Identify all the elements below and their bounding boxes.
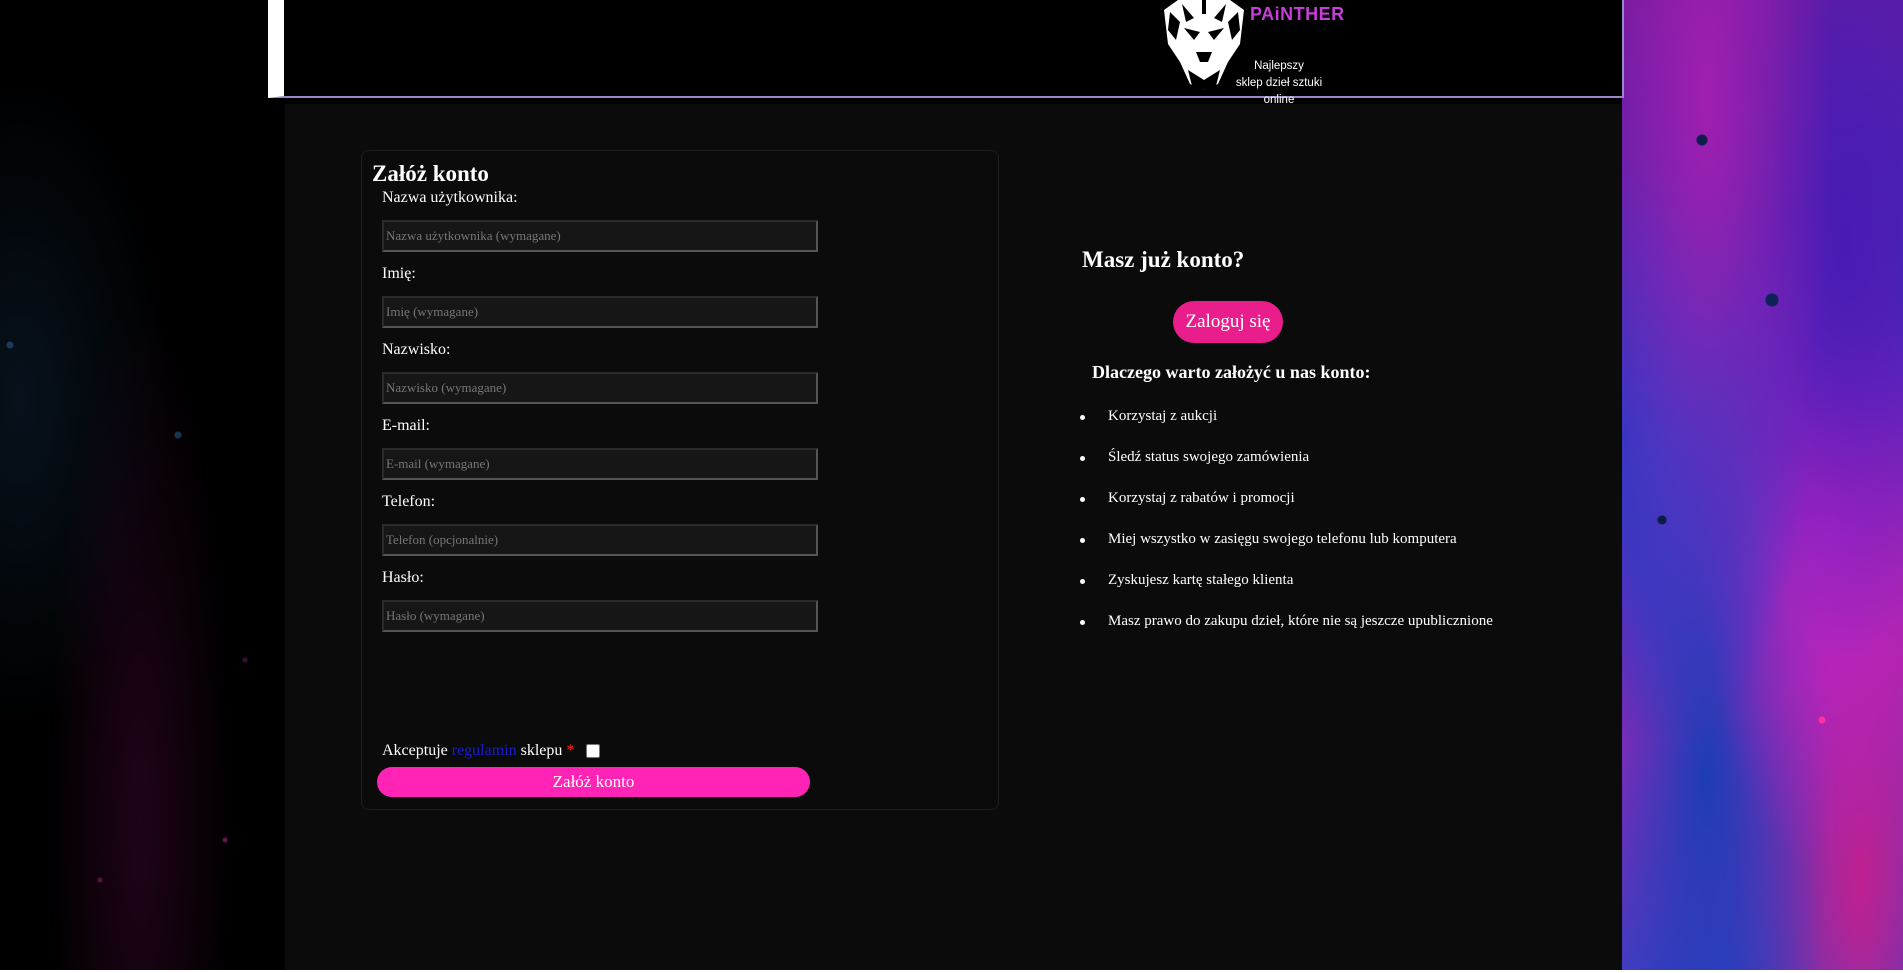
bullet-icon	[1080, 497, 1085, 502]
email-input[interactable]	[382, 448, 818, 480]
first-name-input[interactable]	[382, 296, 818, 328]
username-input[interactable]	[382, 220, 818, 252]
required-asterisk: *	[566, 742, 575, 759]
last-name-input[interactable]	[382, 372, 818, 404]
login-button[interactable]: Zaloguj się	[1173, 301, 1283, 343]
brand-name: PAiNTHER	[1250, 4, 1345, 24]
bullet-icon	[1080, 415, 1085, 420]
tagline: Najlepszy sklep dzieł sztuki online	[1224, 58, 1334, 109]
benefit-text: Korzystaj z rabatów i promocji	[1108, 490, 1295, 506]
last-name-label: Nazwisko:	[382, 341, 451, 358]
have-account-heading: Masz już konto?	[1082, 247, 1245, 272]
password-label: Hasło:	[382, 569, 424, 586]
background-right-paint-splash	[1622, 0, 1903, 973]
terms-link[interactable]: regulamin	[452, 742, 517, 759]
phone-input[interactable]	[382, 524, 818, 556]
bullet-icon	[1080, 620, 1085, 625]
username-label: Nazwa użytkownika:	[382, 189, 518, 206]
benefit-text: Śledź status swojego zamówienia	[1108, 449, 1310, 465]
terms-prefix: Akceptuje	[382, 742, 448, 759]
tagline-line1: Najlepszy	[1254, 60, 1304, 72]
bullet-icon	[1080, 456, 1085, 461]
benefit-text: Zyskujesz kartę stałego klienta	[1108, 572, 1294, 588]
benefit-text: Miej wszystko w zasięgu swojego telefonu…	[1108, 531, 1457, 547]
bullet-icon	[1080, 538, 1085, 543]
logo[interactable]: PAiNTHER Najlepszy sklep dzieł sztuki on…	[1158, 0, 1348, 106]
benefit-text: Masz prawo do zakupu dzieł, które nie są…	[1108, 613, 1493, 629]
benefit-text: Korzystaj z aukcji	[1108, 408, 1218, 424]
terms-row: Akceptuje regulamin sklepu *	[382, 742, 574, 760]
password-input[interactable]	[382, 600, 818, 632]
create-account-button[interactable]: Załóż konto	[377, 767, 810, 797]
email-label: E-mail:	[382, 417, 430, 434]
phone-label: Telefon:	[382, 493, 436, 510]
form-title: Załóż konto	[372, 161, 489, 186]
terms-checkbox[interactable]	[586, 744, 600, 758]
background-left	[0, 0, 285, 973]
login-info-panel: Masz już konto? Zaloguj się Dlaczego war…	[1025, 104, 1615, 804]
terms-suffix: sklepu	[520, 742, 563, 759]
benefits-heading: Dlaczego warto założyć u nas konto:	[1092, 362, 1371, 382]
register-form: Załóż konto Nazwa użytkownika: Imię: Naz…	[361, 150, 999, 810]
main-content: Załóż konto Nazwa użytkownika: Imię: Naz…	[285, 104, 1622, 970]
bullet-icon	[1080, 579, 1085, 584]
first-name-label: Imię:	[382, 265, 416, 282]
site-header: PAiNTHER Najlepszy sklep dzieł sztuki on…	[268, 0, 1624, 106]
